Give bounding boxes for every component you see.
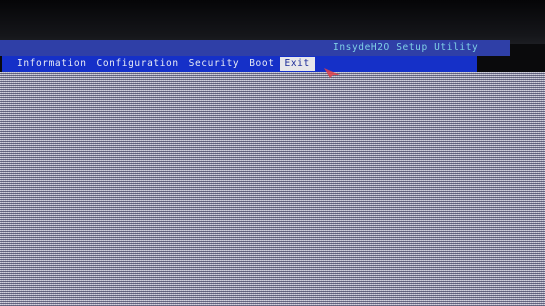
tab-exit[interactable]: Exit (279, 57, 315, 71)
tab-boot[interactable]: Boot (244, 57, 279, 71)
tab-configuration[interactable]: Configuration (92, 57, 184, 71)
menu-bar: Information Configuration Security Boot … (2, 56, 477, 72)
content-area (0, 72, 545, 306)
tab-security[interactable]: Security (184, 57, 245, 71)
monitor-bezel (0, 0, 545, 44)
bios-screen: InsydeH2O Setup Utility Information Conf… (0, 0, 545, 306)
tab-information[interactable]: Information (12, 57, 92, 71)
mouse-pointer-icon (324, 68, 340, 78)
app-title: InsydeH2O Setup Utility (333, 42, 479, 53)
